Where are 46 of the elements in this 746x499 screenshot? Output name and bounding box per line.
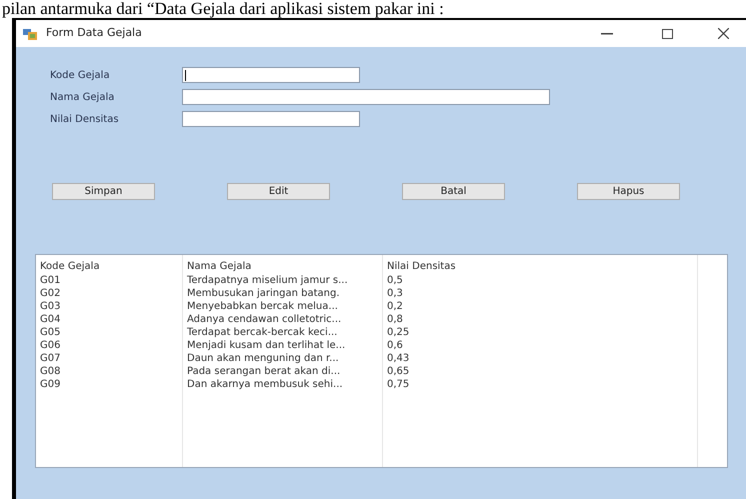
table-cell-text: Menyebabkan bercak melua... — [187, 300, 339, 313]
table-cell-text: 0,8 — [387, 313, 404, 326]
table-cell-text: G04 — [40, 313, 62, 326]
table-cell-text: 0,43 — [387, 352, 410, 365]
table-cell-text: G01 — [40, 274, 62, 287]
field-label: Nama Gejala — [50, 90, 116, 104]
table-cell-text: G03 — [40, 300, 62, 313]
field-label: Kode Gejala — [50, 68, 111, 82]
table-cell-text: 0,2 — [387, 300, 404, 313]
table-cell-text: Terdapat bercak-bercak keci... — [187, 326, 338, 339]
table-cell-text: 0,75 — [387, 378, 410, 391]
table-cell-text: 0,65 — [387, 365, 410, 378]
input-field[interactable] — [182, 67, 360, 83]
table-cell-text: Membusukan jaringan batang. — [187, 287, 341, 300]
table-cell-text: 0,5 — [387, 274, 404, 287]
form-icon — [22, 26, 38, 40]
table-cell-text: G09 — [40, 378, 62, 391]
table-cell-text: 0,25 — [387, 326, 410, 339]
table-cell-text: G02 — [40, 287, 62, 300]
action-button[interactable]: Batal — [402, 183, 505, 200]
maximize-icon — [662, 28, 672, 38]
minimize-icon — [601, 32, 613, 34]
table-cell-text: G07 — [40, 352, 62, 365]
window-title: Form Data Gejala — [46, 25, 142, 42]
table-cell-text: Daun akan menguning dan r... — [187, 352, 340, 365]
action-button[interactable]: Hapus — [577, 183, 680, 200]
table-cell-text: Adanya cendawan colletotric... — [187, 313, 342, 326]
table-cell-text: Dan akarnya membusuk sehi... — [187, 378, 344, 391]
caption-text: pilan antarmuka dari “Data Gejala dari aplikasi sistem pakar ini : — [1, 0, 445, 18]
table-cell-text: Menjadi kusam dan terlihat le... — [187, 339, 346, 352]
table-cell-text: Pada serangan berat akan di... — [187, 365, 342, 378]
table-cell-text: G05 — [40, 326, 62, 339]
column-header[interactable]: Kode Gejala — [40, 259, 182, 274]
table-cell-text: G08 — [40, 365, 62, 378]
close-icon — [718, 28, 728, 39]
table-cell-text: Terdapatnya miselium jamur s... — [187, 274, 349, 287]
column-header[interactable]: Nama Gejala — [187, 259, 382, 274]
column-header[interactable]: Nilai Densitas — [387, 259, 697, 274]
table-cell-text: 0,3 — [387, 287, 404, 300]
table-cell-text: G06 — [40, 339, 62, 352]
input-field[interactable] — [182, 89, 550, 105]
action-button[interactable]: Edit — [227, 183, 330, 200]
action-button[interactable]: Simpan — [52, 183, 155, 200]
field-label: Nilai Densitas — [50, 112, 120, 126]
table-cell-text: 0,6 — [387, 339, 404, 352]
input-field[interactable] — [182, 111, 360, 127]
